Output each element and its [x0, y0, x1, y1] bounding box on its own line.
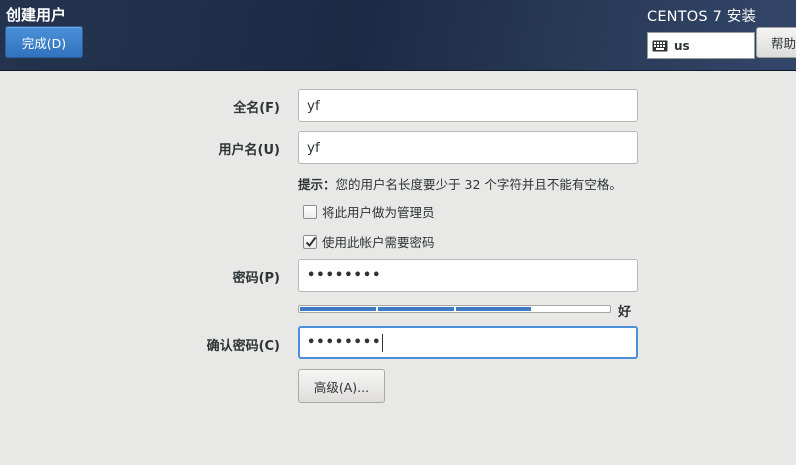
strength-segment [455, 307, 532, 311]
strength-segment [377, 307, 454, 311]
fullname-label: 全名(F) [233, 101, 280, 116]
username-label: 用户名(U) [218, 143, 280, 158]
text-cursor [382, 333, 384, 352]
fullname-value: yf [307, 97, 320, 114]
password-field[interactable]: •••••••• [298, 259, 638, 292]
admin-checkbox-label[interactable]: 将此用户做为管理员 [322, 202, 435, 221]
strength-segment [300, 307, 376, 311]
help-button[interactable]: 帮助 [756, 27, 796, 58]
keyboard-layout-label: us [674, 38, 690, 53]
confirm-password-field[interactable]: •••••••• [298, 326, 638, 359]
page-title: 创建用户 [6, 6, 67, 24]
hint-text: 您的用户名长度要少于 32 个字符并且不能有空格。 [335, 177, 622, 192]
username-value: yf [307, 139, 320, 156]
password-label: 密码(P) [232, 271, 280, 286]
confirm-password-value: •••••••• [307, 335, 382, 350]
password-value: •••••••• [307, 268, 382, 283]
done-button[interactable]: 完成(D) [5, 26, 83, 58]
strength-segment [533, 307, 609, 311]
admin-checkbox[interactable] [303, 204, 317, 219]
strength-label: 好 [618, 305, 632, 320]
fullname-field[interactable]: yf [298, 89, 638, 122]
require-password-checkbox-row[interactable]: 使用此帐户需要密码 [303, 232, 435, 251]
keyboard-layout-indicator[interactable]: us [647, 32, 755, 59]
confirm-password-label: 确认密码(C) [206, 339, 280, 354]
username-hint: 提示：您的用户名长度要少于 32 个字符并且不能有空格。 [298, 174, 622, 193]
require-password-label[interactable]: 使用此帐户需要密码 [322, 232, 435, 251]
product-title: CENTOS 7 安装 [647, 9, 757, 25]
hint-prefix: 提示： [298, 177, 336, 192]
admin-checkbox-row[interactable]: 将此用户做为管理员 [303, 202, 435, 221]
username-field[interactable]: yf [298, 131, 638, 164]
checkmark-icon [305, 236, 317, 247]
header-bar: 创建用户 完成(D) CENTOS 7 安装 us 帮助 [0, 0, 796, 71]
password-strength-bar [298, 305, 611, 313]
advanced-button[interactable]: 高级(A)... [298, 369, 385, 403]
require-password-checkbox[interactable] [303, 234, 317, 249]
keyboard-icon [652, 40, 668, 51]
